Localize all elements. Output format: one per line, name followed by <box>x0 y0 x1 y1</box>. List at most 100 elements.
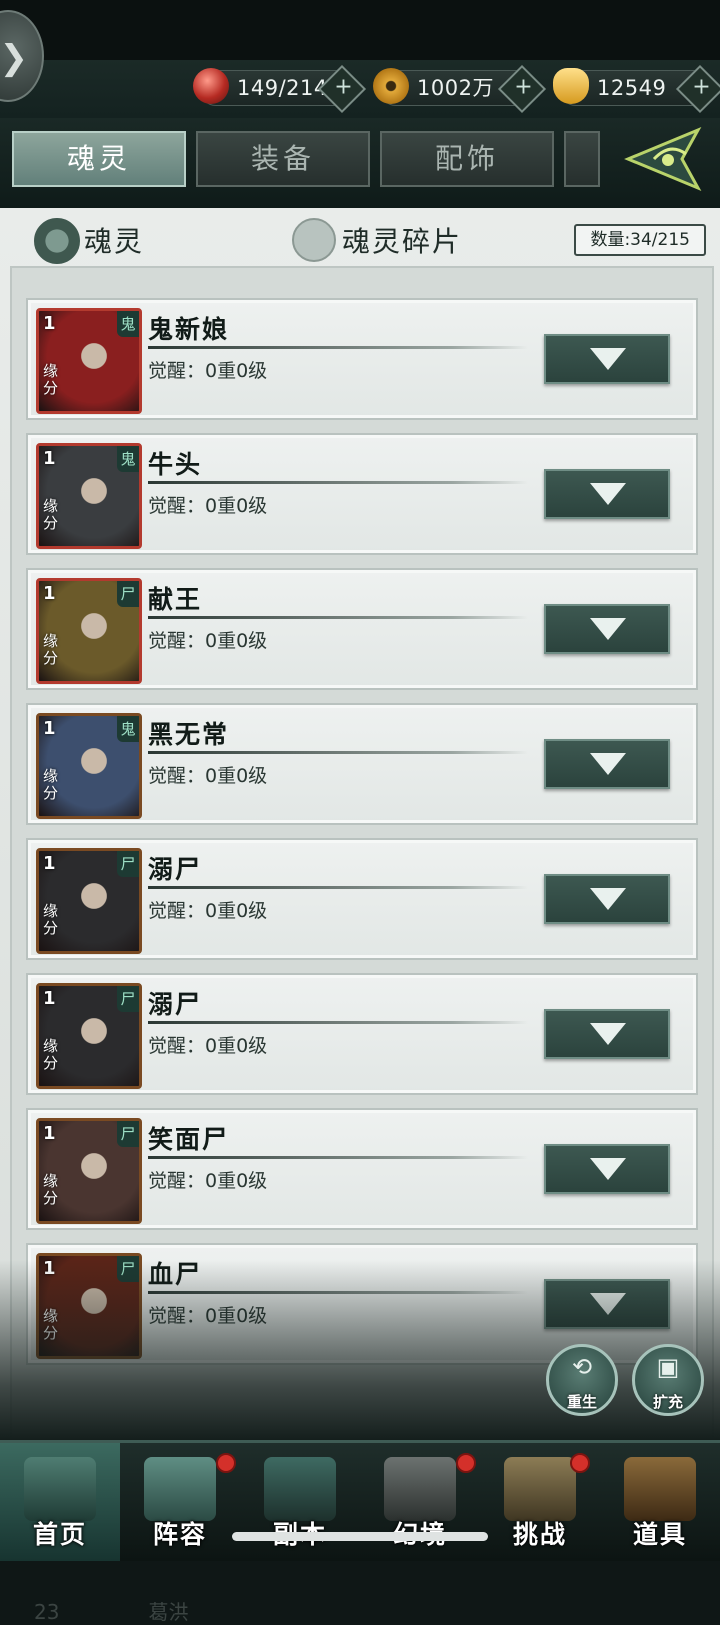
triangle-down-icon <box>590 1023 626 1045</box>
nav-home[interactable]: 首页 <box>0 1443 120 1561</box>
challenge-badge <box>570 1453 590 1473</box>
soul-orb-icon <box>193 68 229 104</box>
soul-portrait[interactable]: 1 缘分 尸 <box>36 848 142 954</box>
fragment-radio-label: 魂灵碎片 <box>342 225 463 258</box>
triangle-down-icon <box>590 888 626 910</box>
book-icon <box>144 1457 216 1521</box>
expand-details-button[interactable] <box>544 1279 670 1329</box>
soul-portrait[interactable]: 1 缘分 鬼 <box>36 308 142 414</box>
eye-emblem-icon <box>624 126 702 192</box>
awaken-status: 觉醒：0重0级 <box>148 495 268 517</box>
soul-name: 鬼新娘 <box>148 315 230 344</box>
soul-name: 献王 <box>148 585 203 614</box>
name-divider <box>148 481 528 484</box>
soul-radio[interactable] <box>34 218 80 264</box>
expand-details-button[interactable] <box>544 604 670 654</box>
soul-card[interactable]: 1 缘分 尸笑面尸觉醒：0重0级 <box>26 1108 698 1230</box>
expand-details-button[interactable] <box>544 739 670 789</box>
expand-details-button[interactable] <box>544 334 670 384</box>
soul-portrait[interactable]: 1 缘分 尸 <box>36 578 142 684</box>
tab-more[interactable] <box>564 131 600 187</box>
name-divider <box>148 1156 528 1159</box>
back-button[interactable]: ❯ <box>0 10 44 102</box>
tab-equipment[interactable]: 装备 <box>196 131 370 187</box>
expand-details-button[interactable] <box>544 1009 670 1059</box>
fate-label: 缘分 <box>43 632 59 667</box>
soul-card[interactable]: 1 缘分 鬼鬼新娘 觉醒：0重0级 <box>26 298 698 420</box>
soul-type-badge: 鬼 <box>117 311 139 337</box>
coin-icon <box>373 68 409 104</box>
name-divider <box>148 751 528 754</box>
crossed-swords-icon <box>384 1457 456 1521</box>
awaken-status: 觉醒：0重0级 <box>148 1305 268 1327</box>
count-badge: 数量:34/215 <box>574 224 706 256</box>
soul-level: 1 <box>43 448 56 469</box>
top-bar: ❯ 149/214 + 1002万 + 12549 + <box>0 0 720 118</box>
soul-card[interactable]: 1 缘分 鬼黑无常 觉醒：0重0级 <box>26 703 698 825</box>
nav-items[interactable]: 道具 <box>600 1443 720 1561</box>
soul-name: 溺尸 <box>148 990 203 1019</box>
soul-portrait[interactable]: 1 缘分 尸 <box>36 1253 142 1359</box>
soul-card[interactable]: 1 缘分 尸献王觉醒：0重0级 <box>26 568 698 690</box>
pouch-icon <box>624 1457 696 1521</box>
triangle-down-icon <box>590 618 626 640</box>
triangle-down-icon <box>590 348 626 370</box>
bag-icon: ▣ <box>656 1353 680 1381</box>
nav-challenge[interactable]: 挑战 <box>480 1443 600 1561</box>
home-indicator <box>232 1532 488 1541</box>
expand-details-button[interactable] <box>544 874 670 924</box>
nav-lineup[interactable]: 阵容 <box>120 1443 240 1561</box>
name-divider <box>148 346 528 349</box>
gold-ingot-icon <box>553 68 589 104</box>
triangle-down-icon <box>590 1158 626 1180</box>
fate-label: 缘分 <box>43 497 59 532</box>
name-divider <box>148 1021 528 1024</box>
soul-type-badge: 尸 <box>117 1121 139 1147</box>
chevron-right-icon: ❯ <box>0 38 28 78</box>
coin-resource: 1002万 + <box>373 64 547 114</box>
nav-dungeon[interactable]: 副本 <box>240 1443 360 1561</box>
soul-name: 溺尸 <box>148 855 203 884</box>
ingot-resource: 12549 + <box>553 64 720 114</box>
subtab-bar: 魂灵 魂灵碎片 数量:34/215 <box>0 208 720 270</box>
soul-card[interactable]: 1 缘分 尸溺尸觉醒：0重0级 <box>26 838 698 960</box>
triangle-down-icon <box>590 483 626 505</box>
soul-level: 1 <box>43 988 56 1009</box>
awaken-status: 觉醒：0重0级 <box>148 630 268 652</box>
rebirth-icon: ⟲ <box>571 1353 593 1381</box>
soul-level: 1 <box>43 313 56 334</box>
expand-details-button[interactable] <box>544 1144 670 1194</box>
awaken-status: 觉醒：0重0级 <box>148 1035 268 1057</box>
soul-portrait[interactable]: 1 缘分 鬼 <box>36 713 142 819</box>
rebirth-button[interactable]: ⟲ 重生 <box>546 1344 618 1416</box>
add-coin-button[interactable]: + <box>497 64 547 114</box>
soul-card[interactable]: 1 缘分 尸溺尸觉醒：0重0级 <box>26 973 698 1095</box>
soul-card[interactable]: 1 缘分 鬼牛头 觉醒：0重0级 <box>26 433 698 555</box>
fate-label: 缘分 <box>43 362 59 397</box>
soul-name: 牛头 <box>148 450 203 479</box>
awaken-status: 觉醒：0重0级 <box>148 765 268 787</box>
expand-details-button[interactable] <box>544 469 670 519</box>
soul-type-badge: 尸 <box>117 851 139 877</box>
soul-name: 笑面尸 <box>148 1125 230 1154</box>
awaken-status: 觉醒：0重0级 <box>148 1170 268 1192</box>
fragment-radio[interactable] <box>292 218 336 262</box>
nav-illusion[interactable]: 幻境 <box>360 1443 480 1561</box>
expand-bag-button[interactable]: ▣ 扩充 <box>632 1344 704 1416</box>
add-ingot-button[interactable]: + <box>675 64 720 114</box>
soul-type-badge: 鬼 <box>117 716 139 742</box>
tab-soul[interactable]: 魂灵 <box>12 131 186 187</box>
soul-portrait[interactable]: 1 缘分 鬼 <box>36 443 142 549</box>
tab-accessory[interactable]: 配饰 <box>380 131 554 187</box>
stamina-resource: 149/214 + <box>193 64 367 114</box>
soul-list[interactable]: 1 缘分鬼鬼新娘 觉醒：0重0级 1 缘分鬼牛头 觉醒：0重0级 1 缘分尸献王 觉醒：0重0级… <box>10 266 714 1444</box>
awaken-status: 觉醒：0重0级 <box>148 900 268 922</box>
soul-level: 1 <box>43 1123 56 1144</box>
sword-icon <box>264 1457 336 1521</box>
soul-level: 1 <box>43 853 56 874</box>
triangle-down-icon <box>590 1293 626 1315</box>
soul-portrait[interactable]: 1 缘分 尸 <box>36 983 142 1089</box>
soul-portrait[interactable]: 1 缘分 尸 <box>36 1118 142 1224</box>
soul-level: 1 <box>43 718 56 739</box>
category-tabs: 魂灵 装备 配饰 <box>0 118 720 208</box>
